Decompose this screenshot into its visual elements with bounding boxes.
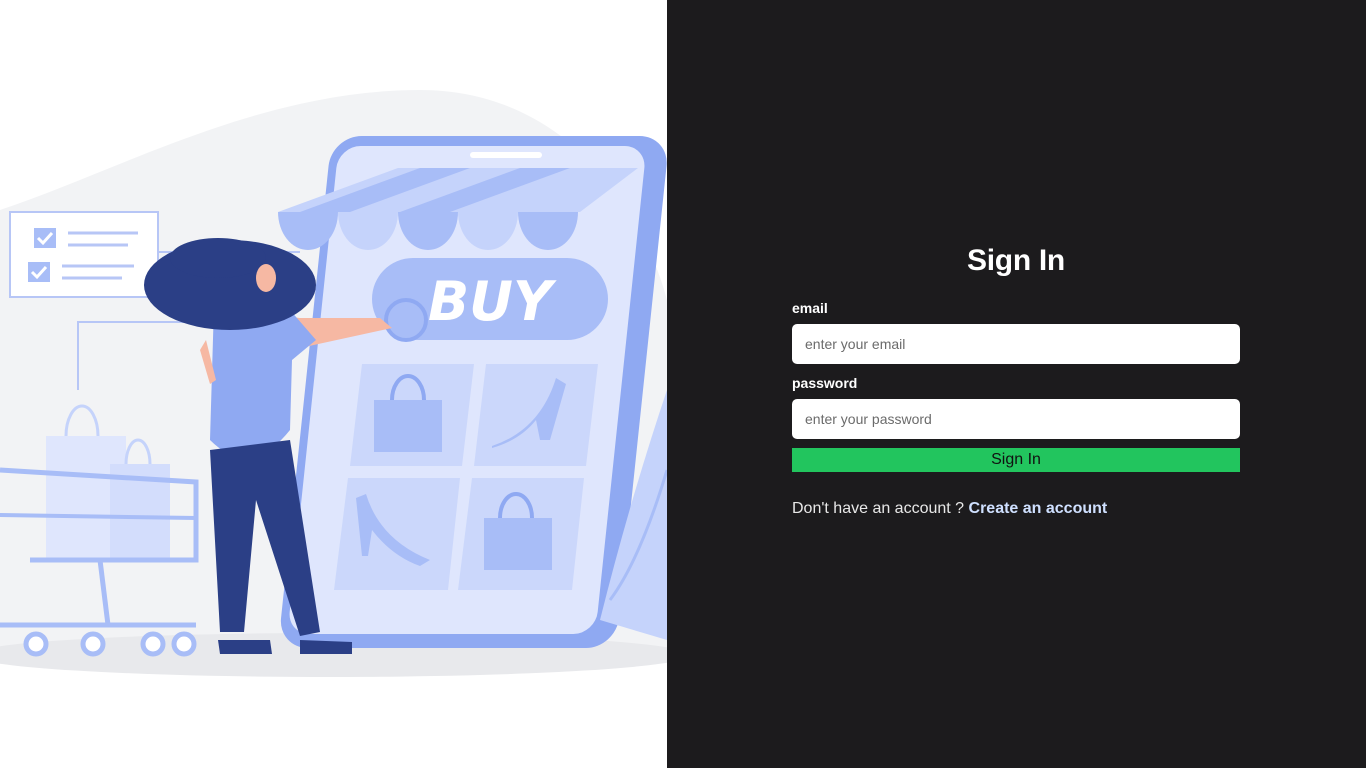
sign-in-panel: Sign In email password Sign In Don't hav… <box>667 0 1366 768</box>
sign-in-button[interactable]: Sign In <box>792 448 1240 472</box>
email-label: email <box>792 300 828 316</box>
email-field[interactable] <box>792 324 1240 364</box>
illustration-panel: BUY <box>0 0 667 768</box>
handbag-icon <box>484 518 552 570</box>
password-field[interactable] <box>792 399 1240 439</box>
sign-in-form: Sign In email password Sign In Don't hav… <box>792 244 1240 518</box>
create-account-link[interactable]: Create an account <box>969 500 1108 517</box>
password-label: password <box>792 375 858 391</box>
signup-prompt-row: Don't have an account ? Create an accoun… <box>792 500 1240 518</box>
handbag-icon <box>374 400 442 452</box>
page-title: Sign In <box>967 244 1065 277</box>
buy-text: BUY <box>428 270 557 333</box>
shopping-illustration: BUY <box>0 90 667 677</box>
signup-prompt-text: Don't have an account ? <box>792 500 965 517</box>
buy-badge: BUY <box>372 258 608 342</box>
